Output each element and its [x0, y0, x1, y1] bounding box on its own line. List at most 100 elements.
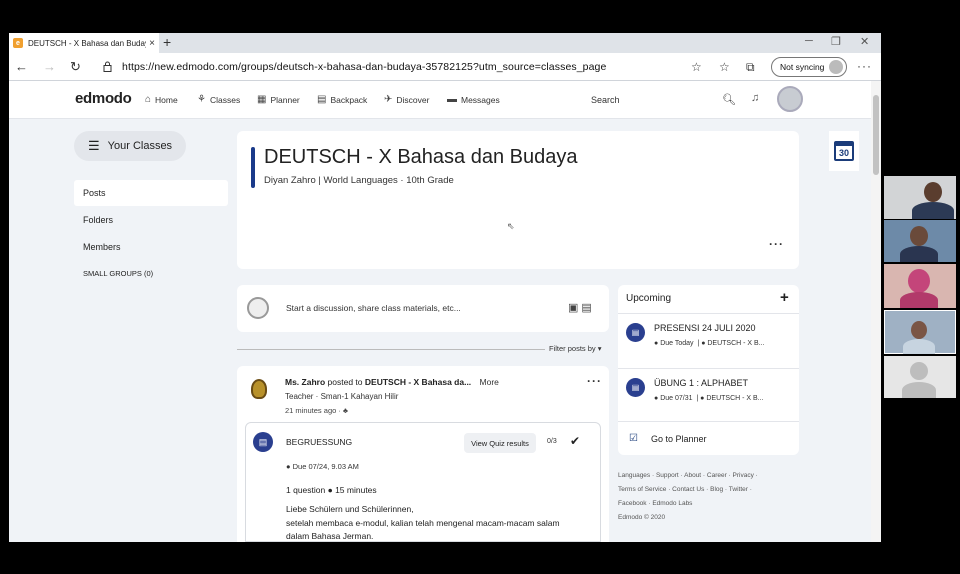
- view-quiz-results-button[interactable]: View Quiz results: [464, 433, 536, 453]
- nav-label: Discover: [396, 94, 430, 105]
- nav-planner[interactable]: ▦ Planner: [257, 94, 300, 105]
- post-time-line: 21 minutes ago · ♣: [285, 406, 348, 415]
- sidebar-item-folders[interactable]: Folders: [74, 207, 228, 233]
- footer-links: Languages · Support · About · Career · P…: [618, 469, 799, 525]
- your-classes-button[interactable]: ☰ Your Classes: [74, 131, 186, 161]
- backpack-icon: ▤: [317, 94, 327, 105]
- file-attach-icon[interactable]: ▤: [581, 302, 594, 314]
- quiz-due-line: ● Due 07/24, 9.03 AM: [286, 462, 359, 471]
- user-avatar[interactable]: [777, 86, 803, 112]
- sidebar-item-small-groups[interactable]: SMALL GROUPS (0): [74, 260, 228, 286]
- post-options-button[interactable]: ···: [587, 374, 602, 388]
- video-tile-participant-4[interactable]: [884, 310, 956, 354]
- upcoming-item[interactable]: ▤ PRESENSI 24 JULI 2020 ● Due Today | ● …: [618, 313, 799, 363]
- post-composer[interactable]: Start a discussion, share class material…: [237, 285, 609, 332]
- attachment-icons[interactable]: ▣▤: [568, 301, 595, 314]
- footer-copyright: Edmodo © 2020: [618, 514, 666, 521]
- check-icon: ✔: [570, 434, 581, 448]
- video-tile-participant-3[interactable]: [884, 264, 956, 308]
- go-to-planner-link[interactable]: ☑ Go to Planner: [618, 421, 799, 455]
- view-quiz-results-label: View Quiz results: [471, 438, 529, 448]
- search-input[interactable]: Search: [586, 88, 741, 112]
- go-to-planner-label: Go to Planner: [651, 434, 707, 444]
- back-icon[interactable]: ←: [15, 59, 28, 74]
- sidebar-item-label: Members: [83, 242, 121, 252]
- nav-classes[interactable]: ⚘ Classes: [197, 94, 240, 105]
- scrollbar-thumb[interactable]: [873, 95, 879, 175]
- tab-close-icon[interactable]: ×: [149, 38, 155, 49]
- forward-icon[interactable]: →: [43, 59, 56, 74]
- sidebar-item-posts[interactable]: Posts: [74, 180, 228, 206]
- nav-label: Home: [155, 94, 178, 105]
- collections-icon[interactable]: ⧉: [746, 60, 755, 75]
- favorite-star-icon[interactable]: ☆: [691, 60, 702, 74]
- favorites-list-icon[interactable]: ☆: [719, 60, 730, 74]
- upcoming-title: Upcoming: [626, 293, 672, 304]
- class-more-button[interactable]: ···: [769, 237, 784, 251]
- not-syncing-button[interactable]: Not syncing: [771, 57, 847, 77]
- separator: | ●: [694, 395, 705, 402]
- page-scrollbar[interactable]: [871, 81, 881, 542]
- url-field[interactable]: https://new.edmodo.com/groups/deutsch-x-…: [122, 61, 606, 73]
- upcoming-item-title: ÜBUNG 1 : ALPHABET: [654, 378, 749, 388]
- add-upcoming-button[interactable]: +: [780, 289, 789, 306]
- footer-line[interactable]: Facebook · Edmodo Labs: [618, 497, 799, 511]
- video-tile-participant-5[interactable]: [884, 356, 956, 398]
- sidebar-item-members[interactable]: Members: [74, 234, 228, 260]
- class-subtitle: Diyan Zahro | World Languages · 10th Gra…: [264, 175, 454, 186]
- upcoming-item-group: DEUTSCH - X B...: [706, 395, 764, 402]
- participant-head: [910, 226, 928, 246]
- posted-to-text: posted to: [327, 377, 363, 387]
- hamburger-icon: ☰: [88, 138, 100, 153]
- placeholder-avatar-body: [902, 382, 936, 398]
- participant-head: [924, 182, 942, 202]
- participant-body: [900, 246, 938, 262]
- post-group[interactable]: DEUTSCH - X Bahasa da...: [365, 377, 471, 387]
- nav-label: Messages: [461, 94, 500, 105]
- footer-line[interactable]: Languages · Support · About · Career · P…: [618, 469, 799, 483]
- class-title: DEUTSCH - X Bahasa dan Budaya: [264, 146, 578, 168]
- footer-line[interactable]: Terms of Service · Contact Us · Blog · T…: [618, 483, 799, 497]
- video-tile-participant-2[interactable]: [884, 220, 956, 262]
- upcoming-item[interactable]: ▤ ÜBUNG 1 : ALPHABET ● Due 07/31 | ● DEU…: [618, 368, 799, 418]
- image-attach-icon[interactable]: ▣: [568, 302, 581, 314]
- nav-home[interactable]: ⌂ Home: [145, 94, 178, 105]
- browser-menu-icon[interactable]: ···: [857, 59, 872, 73]
- filter-divider: [237, 349, 545, 350]
- filter-posts-dropdown[interactable]: Filter posts by ▾: [549, 344, 602, 353]
- post-author[interactable]: Ms. Zahro: [285, 377, 325, 387]
- participant-body: [900, 292, 938, 308]
- search-icon[interactable]: 🔍︎: [722, 93, 736, 106]
- notification-bell-icon[interactable]: ♫: [751, 92, 759, 104]
- search-placeholder: Search: [591, 95, 620, 105]
- nav-messages[interactable]: ▬ Messages: [447, 94, 500, 105]
- post-time: 21 minutes ago ·: [285, 406, 341, 415]
- post-card: Ms. Zahro posted to DEUTSCH - X Bahasa d…: [237, 366, 609, 542]
- separator: | ●: [695, 340, 706, 347]
- minimize-icon[interactable]: ─: [805, 35, 813, 47]
- planner-icon: ▦: [257, 94, 267, 105]
- assignment-icon: ▤: [626, 378, 645, 397]
- nav-backpack[interactable]: ▤ Backpack: [317, 94, 367, 105]
- refresh-icon[interactable]: ↻: [70, 59, 81, 75]
- composer-placeholder[interactable]: Start a discussion, share class material…: [286, 303, 461, 313]
- tab-bar: e DEUTSCH - X Bahasa dan Budaya × + ─ ❐ …: [9, 33, 881, 53]
- browser-tab[interactable]: e DEUTSCH - X Bahasa dan Budaya ×: [9, 33, 159, 53]
- post-more-link[interactable]: More: [480, 377, 499, 387]
- calendar-widget[interactable]: 30: [829, 131, 859, 171]
- edmodo-logo[interactable]: edmodo: [75, 90, 132, 107]
- tab-title: DEUTSCH - X Bahasa dan Budaya: [28, 38, 147, 48]
- close-window-icon[interactable]: ✕: [860, 35, 869, 48]
- quiz-title[interactable]: BEGRUESSUNG: [286, 437, 352, 447]
- restore-icon[interactable]: ❐: [831, 35, 841, 48]
- quiz-meta: 1 question ● 15 minutes: [286, 485, 377, 495]
- edmodo-favicon-icon: e: [13, 38, 23, 48]
- participant-head: [911, 321, 927, 339]
- nav-discover[interactable]: ✈ Discover: [384, 94, 429, 105]
- composer-avatar: [247, 297, 269, 319]
- video-tile-participant-1[interactable]: [884, 176, 956, 219]
- sidebar-item-label: Posts: [83, 188, 106, 198]
- new-tab-button[interactable]: +: [163, 34, 171, 50]
- school-badge-icon: [251, 379, 267, 399]
- messages-icon: ▬: [447, 94, 457, 105]
